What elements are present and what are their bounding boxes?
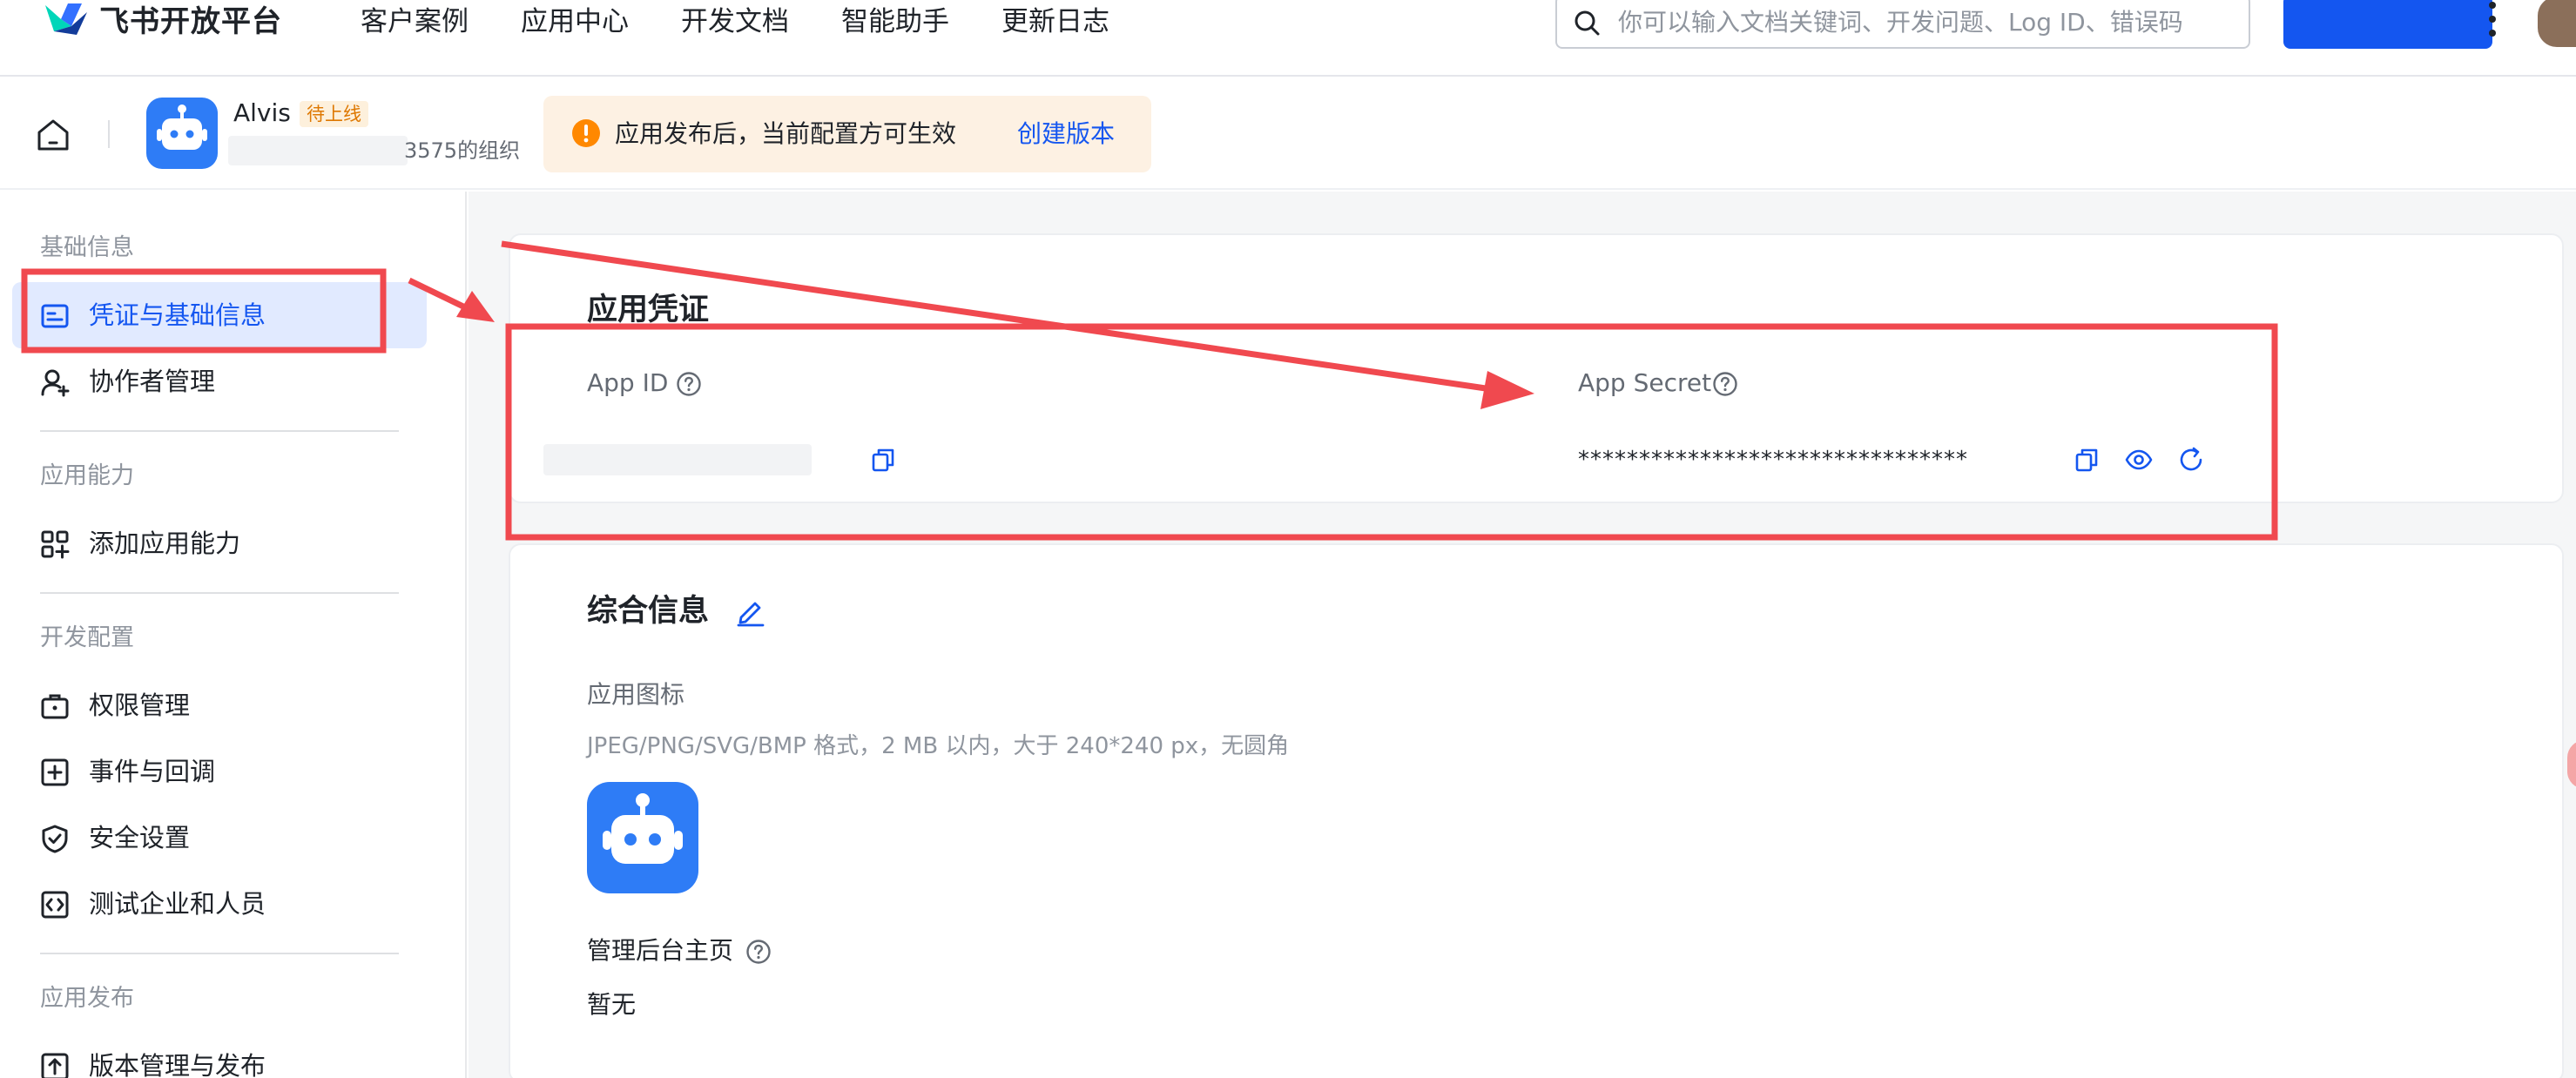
sidebar-item-credentials[interactable]: 凭证与基础信息 [12,282,427,348]
feishu-logo-icon[interactable] [42,0,92,40]
sidebar-item-test-users[interactable]: 测试企业和人员 [12,871,427,937]
sidebar-group-release: 应用发布 [40,985,134,1012]
sidebar-item-label: 权限管理 [89,691,191,720]
warning-icon [572,119,600,147]
status-badge: 待上线 [300,101,368,127]
notice-text: 应用发布后，当前配置方可生效 [615,119,957,148]
console-button[interactable] [2283,0,2492,49]
sidebar-item-collaborators[interactable]: 协作者管理 [12,348,427,414]
help-icon[interactable] [1712,371,1738,397]
credentials-title: 应用凭证 [587,293,710,327]
publish-notice: 应用发布后，当前配置方可生效 创建版本 [543,96,1151,172]
nav-changelog[interactable]: 更新日志 [1001,2,1109,42]
edit-icon[interactable] [735,596,766,627]
user-add-icon [41,369,70,397]
search-icon [1575,10,1600,36]
copy-icon[interactable] [869,446,897,474]
app-icon-preview[interactable] [587,782,698,893]
search-placeholder: 你可以输入文档关键词、开发问题、Log ID、错误码 [1618,8,2183,37]
app-id-value-masked [543,444,812,475]
org-name-mask [228,136,408,165]
help-icon[interactable] [676,371,702,397]
sidebar: 基础信息 凭证与基础信息 协作者管理 应用能力 添加应用能力 开发配置 权限管理… [0,192,467,1078]
floating-help-bubble[interactable] [2567,740,2576,789]
nav-ai-assistant[interactable]: 智能助手 [841,2,949,42]
app-header: Alvis 待上线 3575的组织 应用发布后，当前配置方可生效 创建版本 [0,78,2576,190]
sidebar-item-versions[interactable]: 版本管理与发布 [12,1033,427,1078]
robot-icon [603,793,683,864]
nav-dev-docs[interactable]: 开发文档 [681,2,789,42]
sidebar-item-permissions[interactable]: 权限管理 [12,672,427,738]
homepage-label: 管理后台主页 [587,936,734,965]
sidebar-item-label: 事件与回调 [89,757,216,786]
home-icon[interactable] [35,117,71,153]
sidebar-item-label: 版本管理与发布 [89,1051,266,1078]
divider [40,953,399,954]
eye-icon[interactable] [2125,446,2153,474]
info-title: 综合信息 [587,594,710,629]
search-input[interactable]: 你可以输入文档关键词、开发问题、Log ID、错误码 [1555,0,2250,49]
shield-icon [42,825,68,853]
refresh-icon[interactable] [2177,446,2205,474]
credential-icon [41,304,69,328]
create-version-link[interactable]: 创建版本 [1017,115,1115,153]
plus-box-icon [41,758,69,786]
sidebar-item-events[interactable]: 事件与回调 [12,738,427,805]
code-box-icon [41,891,69,919]
sidebar-item-security[interactable]: 安全设置 [12,805,427,871]
sidebar-item-label: 协作者管理 [89,367,216,396]
help-icon[interactable] [745,939,772,965]
robot-icon [157,104,207,150]
divider [40,430,399,432]
upload-box-icon [41,1053,69,1078]
top-navbar: 飞书开放平台 客户案例 应用中心 开发文档 智能助手 更新日志 你可以输入文档关… [0,0,2576,77]
app-secret-label: App Secret [1578,368,1712,397]
sidebar-item-label: 安全设置 [89,823,191,852]
credentials-card: 应用凭证 App ID App Secret *****************… [509,233,2564,503]
nav-app-center[interactable]: 应用中心 [521,2,629,42]
divider [108,120,110,148]
user-avatar[interactable] [2538,0,2576,47]
sidebar-item-label: 测试企业和人员 [89,889,266,919]
nav-customer-cases[interactable]: 客户案例 [361,2,469,42]
sidebar-group-basic: 基础信息 [40,234,134,261]
app-info-card: 综合信息 应用图标 JPEG/PNG/SVG/BMP 格式，2 MB 以内，大于… [509,543,2564,1078]
homepage-value: 暂无 [587,990,637,1019]
main-content: 应用凭证 App ID App Secret *****************… [469,192,2576,1078]
app-secret-value: ******************************** [1578,447,1968,473]
sidebar-item-add-capability[interactable]: 添加应用能力 [12,510,427,576]
brand-name[interactable]: 飞书开放平台 [99,2,282,42]
sidebar-group-capabilities: 应用能力 [40,462,134,489]
app-id-label: App ID [587,368,669,397]
app-icon-hint: JPEG/PNG/SVG/BMP 格式，2 MB 以内，大于 240*240 p… [587,733,1290,759]
sidebar-item-label: 添加应用能力 [89,529,241,558]
org-name: 3575的组织 [404,138,521,163]
app-icon-label: 应用图标 [587,680,685,709]
more-vertical-icon[interactable] [2482,0,2503,45]
app-avatar[interactable] [146,98,218,169]
sidebar-group-dev-config: 开发配置 [40,624,134,651]
sidebar-item-label: 凭证与基础信息 [89,300,266,330]
copy-icon[interactable] [2073,446,2101,474]
briefcase-icon [41,694,69,719]
apps-add-icon [41,530,70,559]
app-name: Alvis [233,98,291,127]
divider [40,592,399,594]
